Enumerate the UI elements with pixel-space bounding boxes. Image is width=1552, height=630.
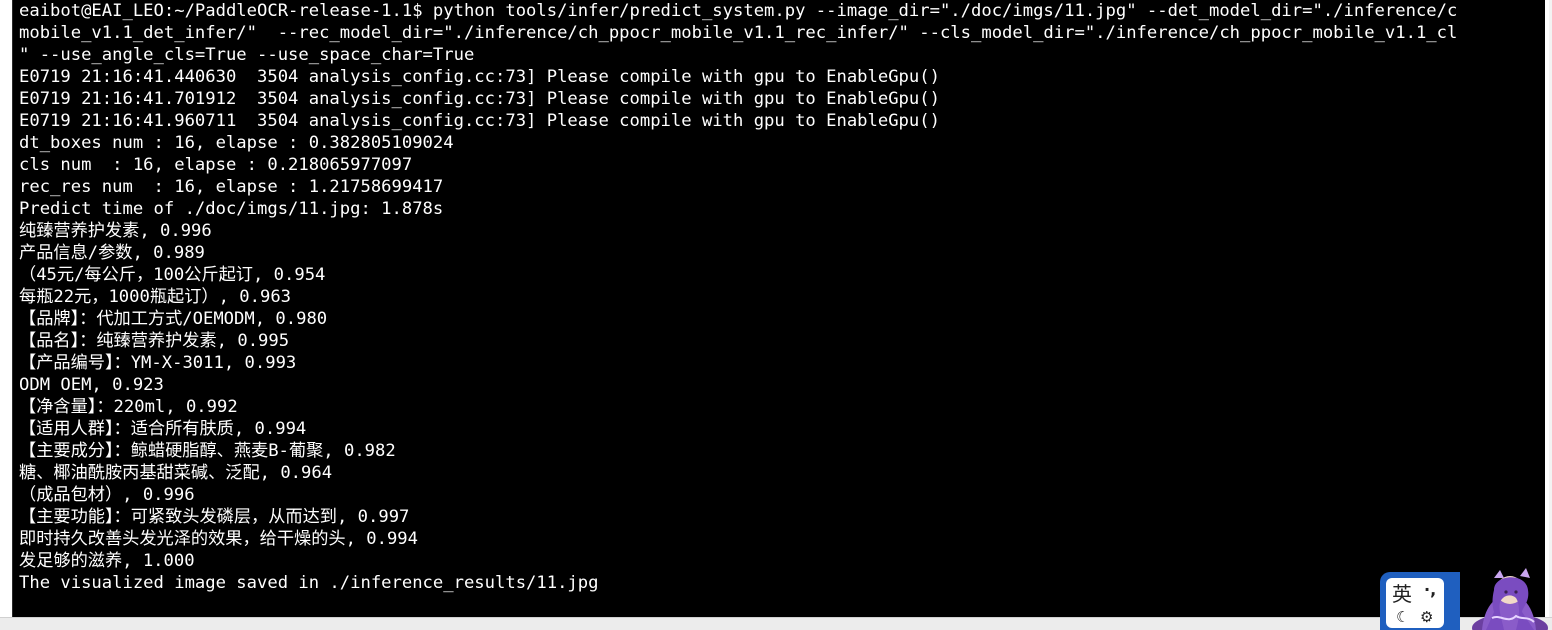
terminal-ocr-result-line: 每瓶22元，1000瓶起订）, 0.963 bbox=[19, 287, 292, 307]
terminal-ocr-result-line: 【品牌】：代加工方式/OEMODM, 0.980 bbox=[19, 309, 328, 329]
terminal-ocr-result-line: 【品名】：纯臻营养护发素, 0.995 bbox=[19, 331, 290, 351]
desktop-frame: eaibot@EAI_LEO:~/PaddleOCR-release-1.1$ … bbox=[0, 0, 1552, 630]
terminal-command-line: mobile_v1.1_det_infer/" --rec_model_dir=… bbox=[19, 23, 1458, 43]
terminal-ocr-result-line: 纯臻营养护发素, 0.996 bbox=[19, 221, 212, 241]
moon-icon[interactable]: ☾ bbox=[1396, 608, 1409, 626]
terminal-ocr-result-line: 【净含量】：220ml, 0.992 bbox=[19, 397, 238, 417]
terminal-ocr-result-line: 糖、椰油酰胺丙基甜菜碱、泛配, 0.964 bbox=[19, 463, 333, 483]
terminal-saved-line: The visualized image saved in ./inferenc… bbox=[19, 573, 599, 593]
ime-punctuation-toggle[interactable]: ·, bbox=[1424, 580, 1436, 600]
terminal-stats-line: dt_boxes num : 16, elapse : 0.3828051090… bbox=[19, 133, 454, 153]
terminal-ocr-result-line: ODM OEM, 0.923 bbox=[19, 375, 164, 395]
terminal-ocr-result-line: 产品信息/参数, 0.989 bbox=[19, 243, 205, 263]
terminal-ocr-result-line: （成品包材）, 0.996 bbox=[19, 485, 195, 505]
terminal-stats-line: Predict time of ./doc/imgs/11.jpg: 1.878… bbox=[19, 199, 444, 219]
terminal-log-line: E0719 21:16:41.440630 3504 analysis_conf… bbox=[19, 67, 940, 87]
terminal-log-line: E0719 21:16:41.960711 3504 analysis_conf… bbox=[19, 111, 940, 131]
terminal-ocr-result-line: 即时持久改善头发光泽的效果，给干燥的头, 0.994 bbox=[19, 529, 418, 549]
terminal-ocr-result-line: 【主要功能】：可紧致头发磷层，从而达到, 0.997 bbox=[19, 507, 410, 527]
terminal-ocr-result-line: 发足够的滋养, 1.000 bbox=[19, 551, 195, 571]
terminal-ocr-result-line: 【适用人群】：适合所有肤质, 0.994 bbox=[19, 419, 307, 439]
ime-mascot-image bbox=[1472, 568, 1548, 630]
gear-icon[interactable]: ⚙ bbox=[1420, 608, 1433, 626]
terminal-scrollbar[interactable] bbox=[1545, 0, 1549, 618]
terminal-output: eaibot@EAI_LEO:~/PaddleOCR-release-1.1$ … bbox=[13, 0, 1549, 594]
terminal-command-line: eaibot@EAI_LEO:~/PaddleOCR-release-1.1$ … bbox=[19, 1, 1458, 21]
ime-key[interactable]: 英 ·, ☾ ⚙ bbox=[1386, 578, 1444, 628]
ime-language-toggle[interactable]: 英 bbox=[1392, 582, 1412, 606]
status-bar bbox=[0, 617, 1552, 630]
terminal-log-line: E0719 21:16:41.701912 3504 analysis_conf… bbox=[19, 89, 940, 109]
terminal-stats-line: cls num : 16, elapse : 0.218065977097 bbox=[19, 155, 413, 175]
ime-toolbar[interactable]: 英 ·, ☾ ⚙ bbox=[1380, 568, 1552, 630]
terminal-ocr-result-line: 【产品编号】：YM-X-3011, 0.993 bbox=[19, 353, 297, 373]
ime-panel[interactable]: 英 ·, ☾ ⚙ bbox=[1380, 572, 1460, 630]
terminal-ocr-result-line: （45元/每公斤，100公斤起订, 0.954 bbox=[19, 265, 326, 285]
terminal-stats-line: rec_res num : 16, elapse : 1.21758699417 bbox=[19, 177, 444, 197]
terminal-window[interactable]: eaibot@EAI_LEO:~/PaddleOCR-release-1.1$ … bbox=[12, 0, 1549, 618]
terminal-command-line: " --use_angle_cls=True --use_space_char=… bbox=[19, 45, 475, 65]
terminal-ocr-result-line: 【主要成分】：鲸蜡硬脂醇、燕麦B-葡聚, 0.982 bbox=[19, 441, 396, 461]
